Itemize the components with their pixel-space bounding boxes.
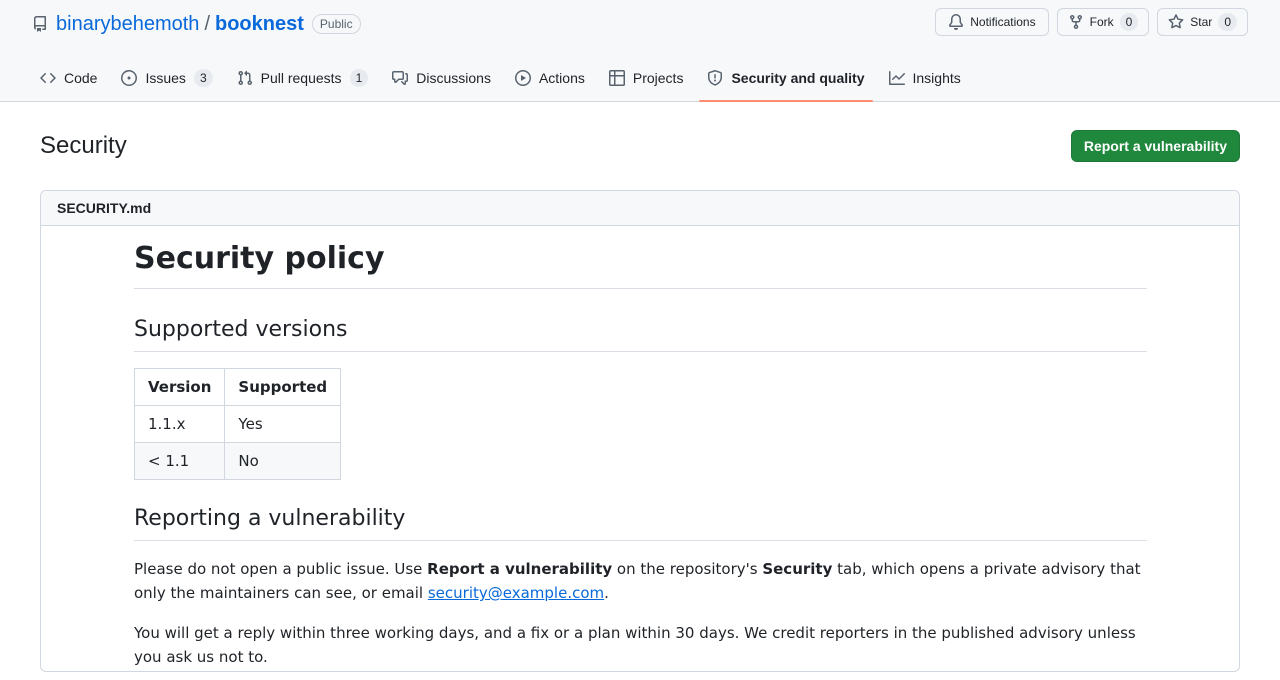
tab-issues[interactable]: Issues 3 [113, 56, 220, 100]
response-paragraph: You will get a reply within three workin… [134, 624, 1136, 666]
table-cell: 1.1.x [133, 405, 226, 443]
tab-pull-requests[interactable]: Pull requests 1 [229, 56, 377, 100]
issues-count: 3 [193, 69, 213, 87]
bold-text: Report a vulnerability [427, 560, 613, 578]
tab-label: Pull requests [260, 70, 342, 86]
table-row: 1.1.x Yes [133, 405, 342, 443]
shield-icon [708, 70, 723, 86]
issue-icon [121, 70, 138, 86]
table-icon [608, 70, 625, 86]
play-icon [514, 70, 531, 86]
markdown-body: Security policy Supported versions Versi… [41, 226, 1239, 669]
table-cell: Yes [224, 405, 342, 443]
tab-security-and-quality[interactable]: Security and quality [699, 56, 873, 102]
repo-header: binarybehemoth / booknest Public Notific… [0, 0, 1280, 102]
table-header-cell: Supported [224, 368, 342, 406]
security-file: SECURITY.md Security policy Supported ve… [40, 190, 1240, 672]
table-header-row: Version Supported [133, 368, 342, 406]
tab-label: Issues [145, 70, 186, 86]
tab-actions[interactable]: Actions [507, 56, 593, 100]
star-label: Star [1190, 15, 1213, 29]
page-header: Security Report a vulnerability [40, 130, 1240, 162]
tab-projects[interactable]: Projects [601, 56, 692, 100]
repo-owner-link[interactable]: binarybehemoth [56, 13, 199, 36]
pull-request-icon [238, 70, 252, 86]
tab-label: Code [64, 70, 98, 86]
code-icon [40, 72, 56, 84]
star-button[interactable]: Star 0 [1157, 8, 1248, 36]
paragraph-text: Please do not open a public issue. Use [134, 560, 428, 578]
table-cell: No [224, 442, 342, 480]
table-cell: < 1.1 [133, 442, 226, 480]
visibility-badge: Public [311, 14, 361, 34]
fork-button[interactable]: Fork 0 [1056, 8, 1150, 36]
tab-label: Security and quality [731, 70, 865, 86]
paragraph-text: . [604, 584, 609, 602]
security-email-link[interactable]: security@example.com [428, 584, 604, 602]
file-name: SECURITY.md [41, 191, 1239, 226]
supported-versions-heading: Supported versions [134, 315, 1147, 352]
tab-insights[interactable]: Insights [881, 56, 969, 100]
fork-label: Fork [1089, 15, 1114, 29]
notifications-button[interactable]: Notifications [935, 8, 1049, 36]
paragraph-text: on the repository's [612, 560, 763, 578]
tab-label: Projects [632, 70, 684, 86]
discussions-icon [392, 71, 409, 85]
table-header-cell: Version [133, 368, 226, 406]
repo-separator: / [204, 12, 210, 35]
star-icon [1168, 14, 1184, 29]
repo-name-link[interactable]: booknest [215, 13, 304, 36]
reporting-paragraph: Please do not open a public issue. Use R… [134, 557, 1147, 605]
policy-heading: Security policy [134, 238, 1147, 289]
repo-nav: Code Issues 3 Pull requests 1 Discussion… [32, 56, 977, 102]
tab-code[interactable]: Code [32, 56, 105, 100]
repo-actions: Notifications Fork 0 Star 0 [935, 8, 1248, 36]
table-row: < 1.1 No [133, 442, 342, 480]
graph-icon [888, 71, 905, 85]
bold-text: Security [762, 560, 833, 578]
reporting-heading: Reporting a vulnerability [134, 504, 1147, 541]
bell-icon [949, 14, 964, 30]
repo-icon [32, 16, 48, 32]
notifications-label: Notifications [970, 15, 1036, 29]
star-count: 0 [1218, 13, 1237, 31]
tab-discussions[interactable]: Discussions [384, 56, 499, 100]
pull-requests-count: 1 [349, 69, 369, 87]
fork-icon [1069, 15, 1082, 30]
tab-label: Discussions [416, 70, 491, 86]
page-title: Security [40, 132, 127, 159]
repo-title: binarybehemoth / booknest Public [32, 10, 361, 38]
report-vulnerability-button[interactable]: Report a vulnerability [1070, 130, 1240, 162]
versions-table: Version Supported 1.1.x Yes < 1.1 No [133, 368, 342, 480]
tab-label: Actions [538, 70, 585, 86]
tab-label: Insights [912, 70, 961, 86]
fork-count: 0 [1119, 13, 1139, 31]
